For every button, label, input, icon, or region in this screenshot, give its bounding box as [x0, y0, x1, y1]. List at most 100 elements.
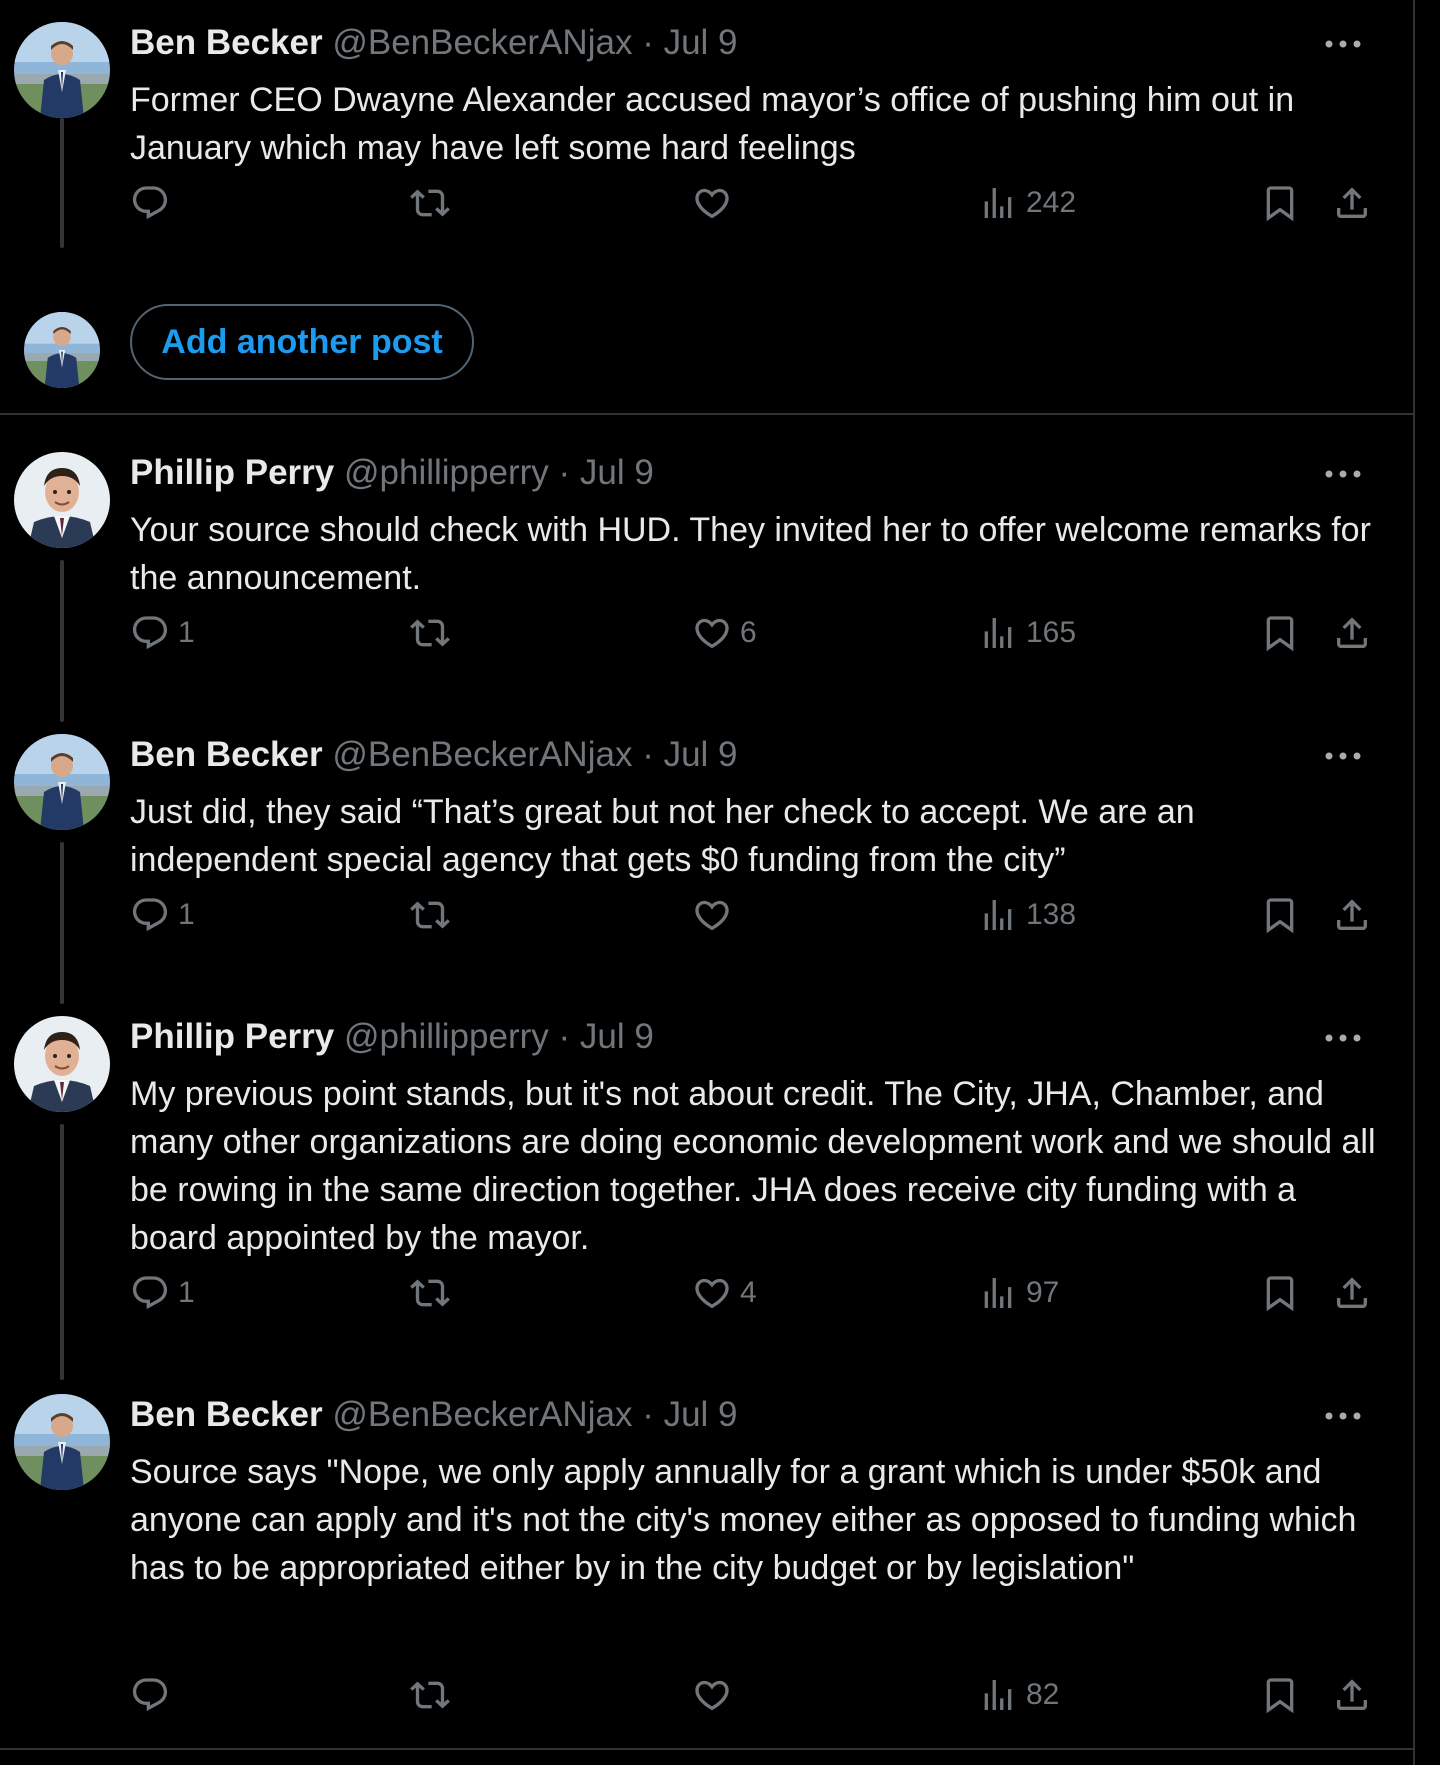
post-date[interactable]: Jul 9	[580, 1017, 654, 1056]
separator-dot: ·	[642, 23, 654, 62]
repost-button[interactable]	[410, 1268, 458, 1318]
reply-icon	[130, 613, 170, 653]
repost-button[interactable]	[410, 608, 458, 658]
more-options-icon[interactable]	[1323, 34, 1363, 54]
post-text: Your source should check with HUD. They …	[130, 511, 1381, 597]
bookmark-icon	[1260, 1273, 1300, 1313]
author-name[interactable]: Phillip Perry	[130, 453, 334, 492]
post-header: Phillip Perry @phillipperry · Jul 9	[130, 452, 654, 494]
like-button[interactable]: 6	[692, 608, 757, 658]
share-button[interactable]	[1332, 1670, 1372, 1720]
like-button[interactable]	[692, 1670, 740, 1720]
avatar-image	[24, 312, 100, 388]
avatar[interactable]	[14, 734, 110, 830]
like-button[interactable]	[692, 890, 740, 940]
bookmark-button[interactable]	[1260, 1268, 1300, 1318]
bookmark-button[interactable]	[1260, 178, 1300, 228]
more-options-icon[interactable]	[1323, 1028, 1363, 1048]
share-icon	[1332, 1675, 1372, 1715]
bookmark-icon	[1260, 183, 1300, 223]
reply-button[interactable]: 1	[130, 608, 195, 658]
heart-icon	[692, 1273, 732, 1313]
thread-connector	[60, 560, 64, 722]
author-handle[interactable]: @BenBeckerANjax	[332, 1395, 632, 1434]
reply-icon	[130, 895, 170, 935]
heart-icon	[692, 1675, 732, 1715]
bookmark-button[interactable]	[1260, 608, 1300, 658]
views-icon	[978, 613, 1018, 653]
add-another-post-row: Add another post	[0, 290, 1413, 410]
author-name[interactable]: Ben Becker	[130, 735, 323, 774]
separator-dot: ·	[558, 1017, 571, 1056]
share-button[interactable]	[1332, 1268, 1372, 1318]
views-button[interactable]: 97	[978, 1268, 1059, 1318]
author-handle[interactable]: @phillipperry	[344, 453, 549, 492]
reply-count: 1	[178, 616, 195, 649]
views-button[interactable]: 165	[978, 608, 1076, 658]
post-actions: 82	[130, 1670, 1380, 1720]
more-options-icon[interactable]	[1323, 464, 1363, 484]
post-date[interactable]: Jul 9	[664, 23, 738, 62]
share-button[interactable]	[1332, 178, 1372, 228]
author-handle[interactable]: @BenBeckerANjax	[332, 23, 632, 62]
author-handle[interactable]: @phillipperry	[344, 1017, 549, 1056]
author-name[interactable]: Ben Becker	[130, 1395, 323, 1434]
reply-icon	[130, 1273, 170, 1313]
reply-count: 1	[178, 898, 195, 931]
share-icon	[1332, 895, 1372, 935]
view-count: 165	[1026, 616, 1077, 649]
repost-button[interactable]	[410, 178, 458, 228]
avatar[interactable]	[14, 22, 110, 118]
bookmark-button[interactable]	[1260, 1670, 1300, 1720]
avatar-image	[14, 22, 110, 118]
view-count: 97	[1026, 1276, 1060, 1309]
post[interactable]: Phillip Perry @phillipperry · Jul 9 Your…	[0, 430, 1413, 722]
view-count: 138	[1026, 898, 1077, 931]
views-icon	[978, 1675, 1018, 1715]
separator-dot: ·	[642, 735, 654, 774]
author-handle[interactable]: @BenBeckerANjax	[332, 735, 632, 774]
like-button[interactable]	[692, 178, 740, 228]
views-icon	[978, 895, 1018, 935]
avatar[interactable]	[14, 452, 110, 548]
repost-icon	[410, 183, 450, 223]
post-date[interactable]: Jul 9	[664, 1395, 738, 1434]
views-button[interactable]: 242	[978, 178, 1076, 228]
reply-button[interactable]	[130, 1670, 178, 1720]
post[interactable]: Ben Becker @BenBeckerANjax · Jul 9 Forme…	[0, 0, 1413, 280]
post-header: Ben Becker @BenBeckerANjax · Jul 9	[130, 734, 738, 776]
repost-icon	[410, 1675, 450, 1715]
author-name[interactable]: Ben Becker	[130, 23, 323, 62]
reply-icon	[130, 1675, 170, 1715]
repost-button[interactable]	[410, 890, 458, 940]
bookmark-button[interactable]	[1260, 890, 1300, 940]
post-header: Ben Becker @BenBeckerANjax · Jul 9	[130, 1394, 738, 1436]
more-options-icon[interactable]	[1323, 746, 1363, 766]
share-button[interactable]	[1332, 890, 1372, 940]
reply-button[interactable]: 1	[130, 1268, 195, 1318]
share-button[interactable]	[1332, 608, 1372, 658]
post-text: My previous point stands, but it's not a…	[130, 1075, 1385, 1257]
views-button[interactable]: 82	[978, 1670, 1059, 1720]
post[interactable]: Ben Becker @BenBeckerANjax · Jul 9 Just …	[0, 712, 1413, 1004]
author-name[interactable]: Phillip Perry	[130, 1017, 334, 1056]
reply-button[interactable]: 1	[130, 890, 195, 940]
add-another-post-button[interactable]: Add another post	[130, 304, 474, 380]
avatar[interactable]	[14, 1394, 110, 1490]
post[interactable]: Ben Becker @BenBeckerANjax · Jul 9 Sourc…	[0, 1372, 1413, 1748]
post-date[interactable]: Jul 9	[664, 735, 738, 774]
reply-icon	[130, 183, 170, 223]
post-actions: 1 138	[130, 890, 1380, 940]
avatar[interactable]	[14, 1016, 110, 1112]
repost-button[interactable]	[410, 1670, 458, 1720]
views-button[interactable]: 138	[978, 890, 1076, 940]
like-button[interactable]: 4	[692, 1268, 757, 1318]
thread-connector	[60, 842, 64, 1004]
post-date[interactable]: Jul 9	[580, 453, 654, 492]
reply-button[interactable]	[130, 178, 178, 228]
view-count: 242	[1026, 186, 1077, 219]
avatar-image	[14, 1394, 110, 1490]
more-options-icon[interactable]	[1323, 1406, 1363, 1426]
post-actions: 1 6 165	[130, 608, 1380, 658]
post[interactable]: Phillip Perry @phillipperry · Jul 9 My p…	[0, 994, 1413, 1380]
